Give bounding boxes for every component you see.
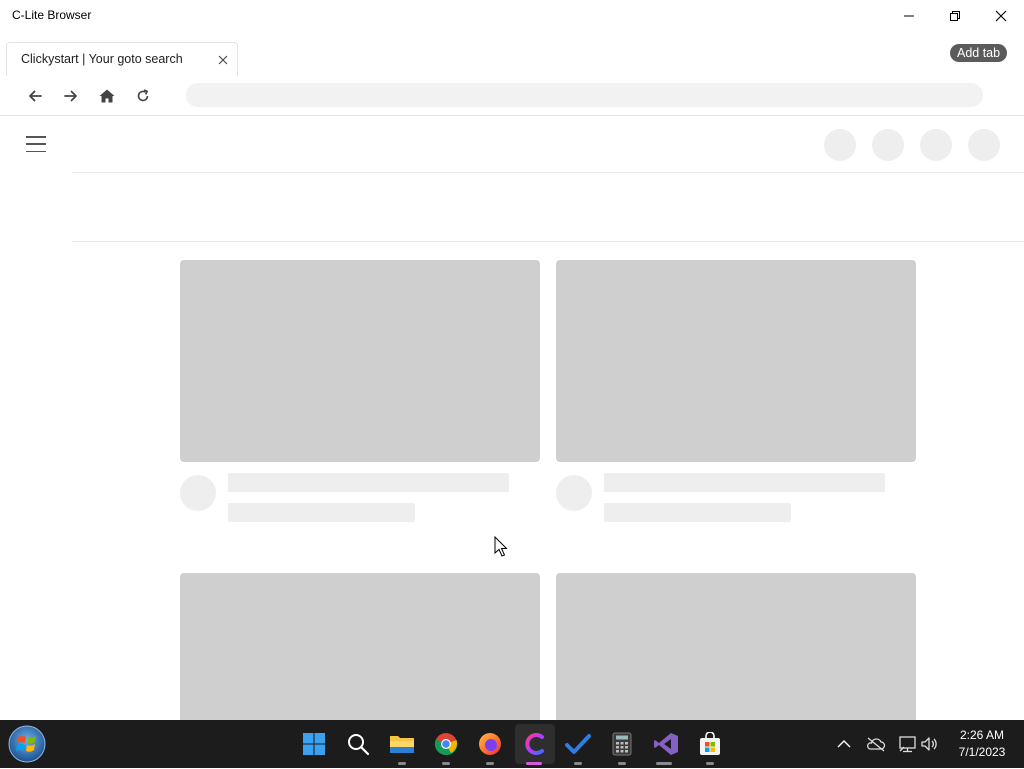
running-indicator (574, 762, 582, 765)
tab-close-button[interactable] (215, 52, 231, 68)
header-placeholder-circle (824, 129, 856, 161)
tab-clickystart[interactable]: Clickystart | Your goto search (6, 42, 238, 76)
folder-icon (390, 736, 414, 753)
restore-icon (950, 11, 960, 21)
subtitle-placeholder (228, 503, 415, 522)
search-icon (348, 734, 370, 756)
title-placeholder (604, 473, 885, 492)
show-hidden-icons-button[interactable] (834, 734, 854, 754)
minimize-icon (904, 15, 914, 17)
windows-logo-icon (303, 733, 325, 755)
clock-time[interactable]: 2:26 AM (954, 728, 1010, 742)
video-thumbnail-placeholder (556, 573, 916, 720)
running-indicator (398, 762, 406, 765)
subtitle-placeholder (604, 503, 791, 522)
tab-label: Clickystart | Your goto search (21, 52, 183, 66)
header-divider (72, 172, 1024, 173)
channel-avatar-placeholder (556, 475, 592, 511)
title-bar: C-Lite Browser (0, 0, 1024, 32)
taskbar-todo[interactable] (562, 728, 594, 760)
section-divider (72, 241, 1024, 242)
start-orb-button[interactable] (7, 724, 47, 764)
taskbar: 2:26 AM 7/1/2023 (0, 720, 1024, 768)
window-title: C-Lite Browser (12, 8, 92, 22)
running-indicator (618, 762, 626, 765)
video-thumbnail-placeholder (180, 573, 540, 720)
menu-line (26, 150, 46, 152)
forward-button[interactable] (59, 84, 83, 108)
windows-start-orb-icon (8, 725, 46, 763)
store-bag-icon (700, 732, 720, 755)
chevron-up-icon (837, 740, 851, 748)
back-arrow-icon (29, 90, 42, 102)
running-indicator (656, 762, 672, 765)
title-placeholder (228, 473, 509, 492)
clock-date[interactable]: 7/1/2023 (954, 745, 1010, 759)
volume-icon (921, 737, 937, 751)
header-placeholder-circle (920, 129, 952, 161)
minimize-button[interactable] (886, 0, 932, 32)
visual-studio-icon (654, 733, 678, 755)
taskbar-visual-studio[interactable] (650, 728, 682, 760)
taskbar-file-explorer[interactable] (386, 728, 418, 760)
taskbar-calculator[interactable] (606, 728, 638, 760)
back-button[interactable] (23, 84, 47, 108)
running-indicator (442, 762, 450, 765)
restore-button[interactable] (932, 0, 978, 32)
onedrive-tray-button[interactable] (866, 734, 886, 754)
network-tray-button[interactable] (898, 734, 918, 754)
header-placeholder-circle (968, 129, 1000, 161)
menu-line (26, 136, 46, 138)
taskbar-c-lite-browser[interactable] (519, 728, 551, 760)
reload-button[interactable] (131, 84, 155, 108)
home-icon (99, 89, 115, 103)
volume-tray-button[interactable] (920, 734, 940, 754)
mouse-cursor-icon (494, 536, 508, 557)
taskbar-chrome[interactable] (430, 728, 462, 760)
video-thumbnail-placeholder (180, 260, 540, 462)
checkmark-todo-icon (565, 734, 591, 754)
add-tab-button[interactable]: Add tab (950, 44, 1008, 62)
running-indicator (706, 762, 714, 765)
address-bar[interactable] (186, 83, 983, 107)
close-window-button[interactable] (978, 0, 1024, 32)
taskbar-store[interactable] (694, 728, 726, 760)
running-indicator (486, 762, 494, 765)
network-icon (899, 736, 916, 753)
menu-line (26, 143, 46, 145)
calculator-icon (612, 732, 632, 756)
reload-icon (137, 89, 149, 102)
chrome-icon (434, 733, 458, 756)
navigation-toolbar (0, 76, 1024, 116)
taskbar-firefox[interactable] (474, 728, 506, 760)
header-placeholder-circle (872, 129, 904, 161)
forward-arrow-icon (64, 90, 77, 102)
c-lite-browser-icon (525, 733, 544, 755)
taskbar-start-button[interactable] (298, 728, 330, 760)
firefox-icon (479, 733, 501, 755)
channel-avatar-placeholder (180, 475, 216, 511)
tab-strip: Clickystart | Your goto search Add tab (0, 32, 1024, 76)
hamburger-menu-button[interactable] (24, 134, 48, 154)
taskbar-search-button[interactable] (342, 728, 374, 760)
video-thumbnail-placeholder (556, 260, 916, 462)
cloud-offline-icon (867, 737, 886, 752)
home-button[interactable] (95, 84, 119, 108)
active-indicator (526, 762, 542, 765)
close-icon (218, 55, 228, 65)
close-icon (995, 10, 1007, 22)
